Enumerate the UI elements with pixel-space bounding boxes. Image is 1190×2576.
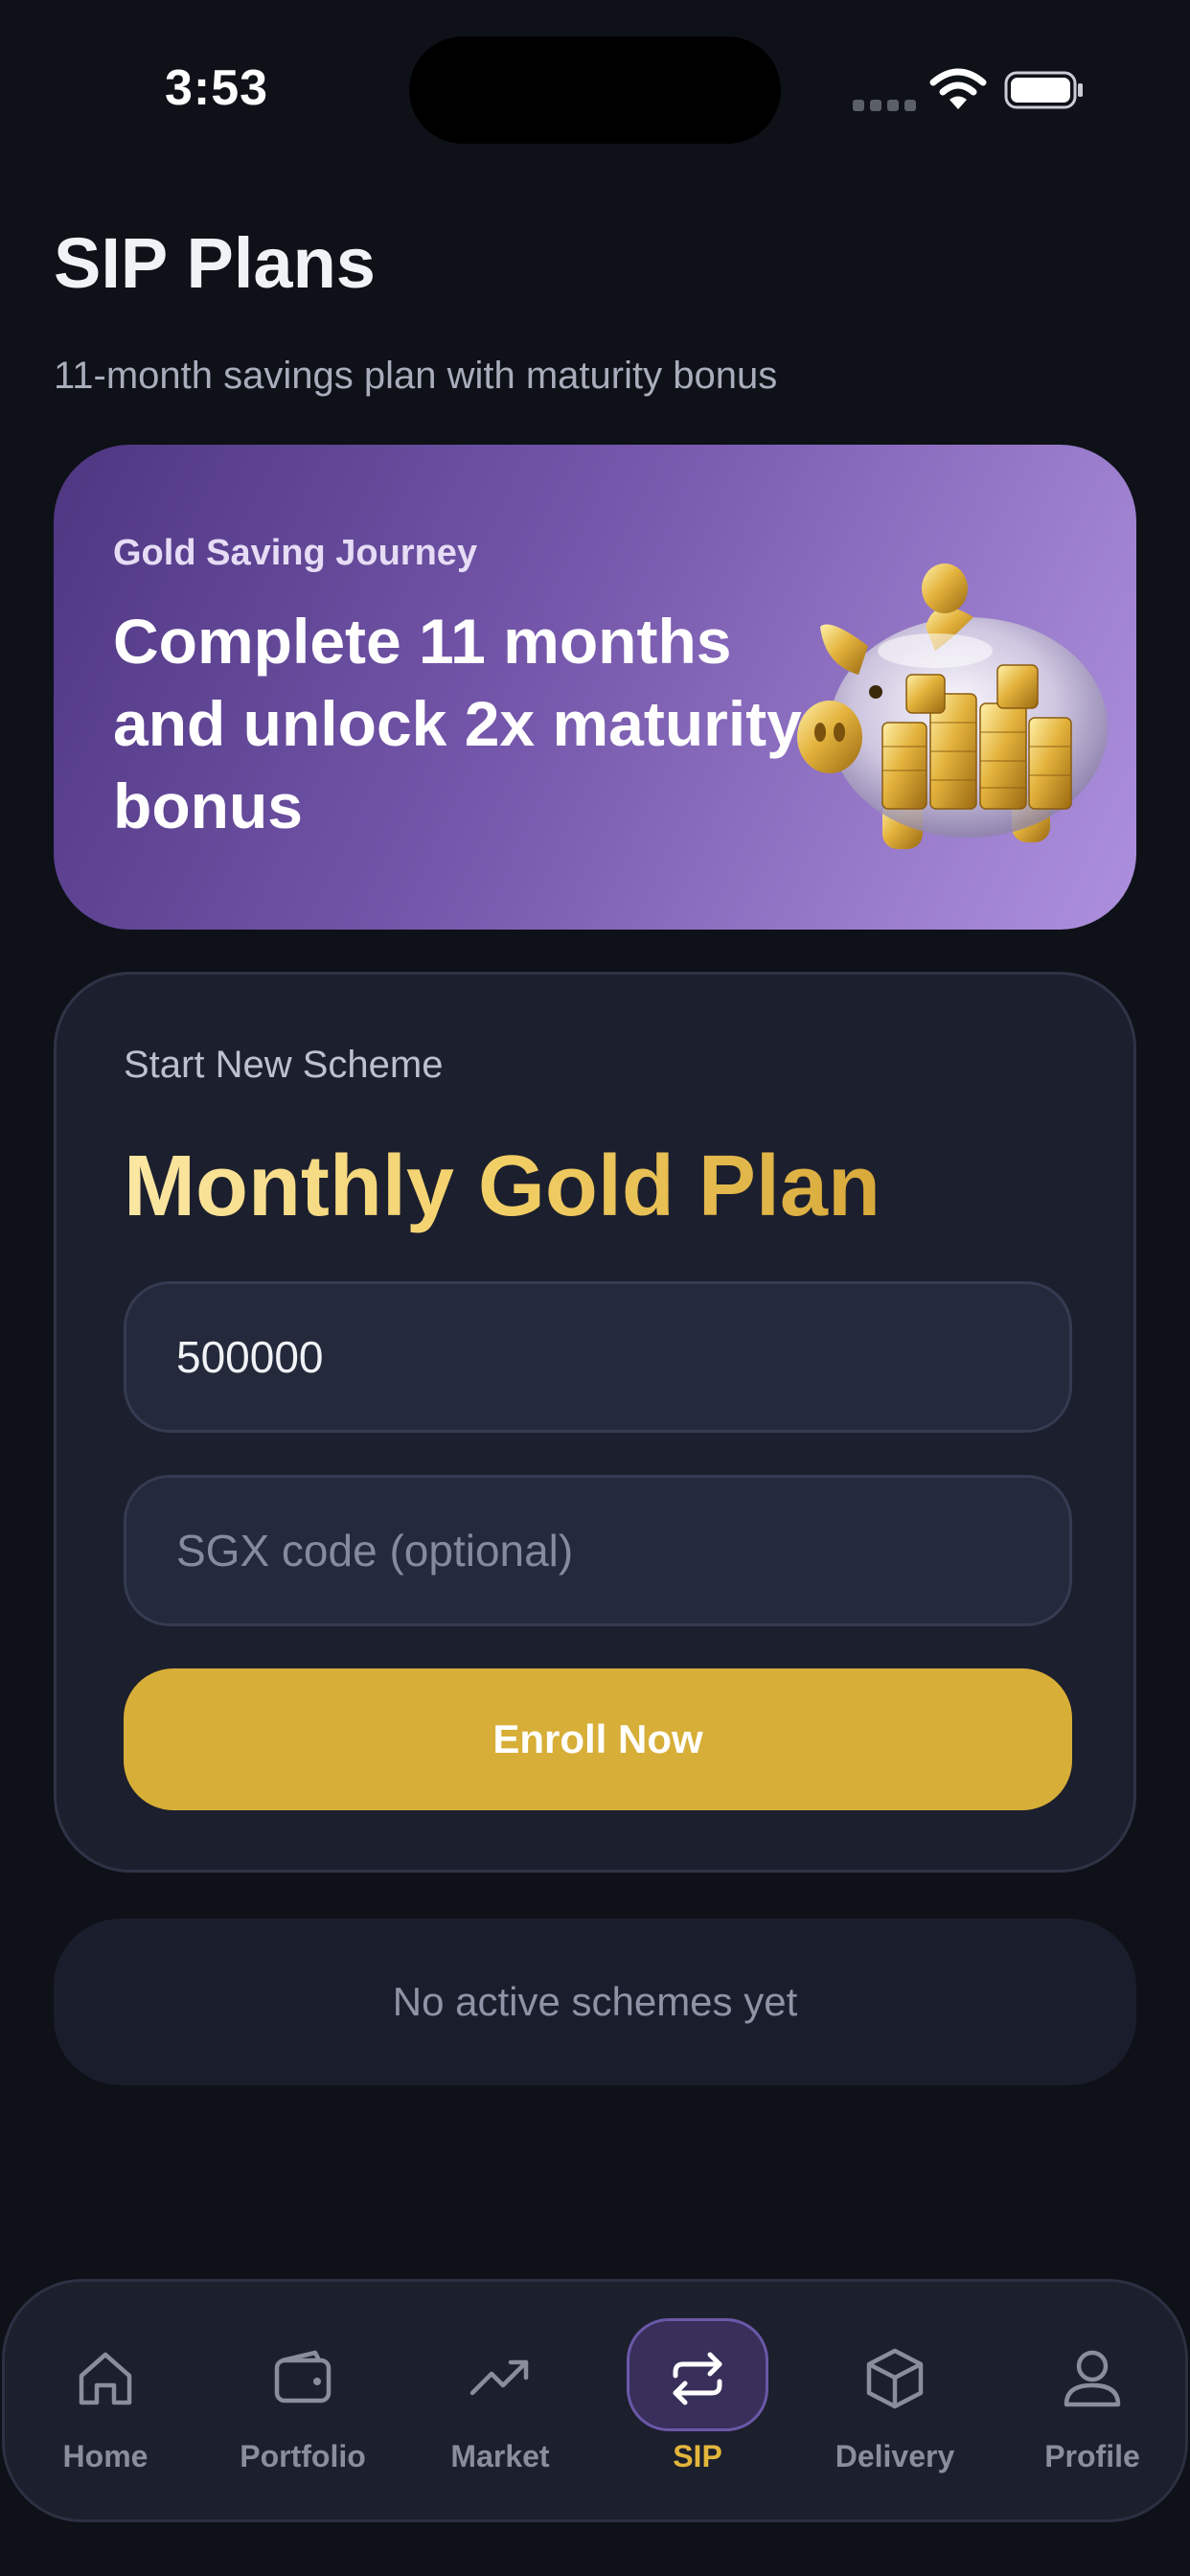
nav-label-portfolio: Portfolio	[240, 2439, 366, 2473]
status-time: 3:53	[165, 60, 269, 116]
nav-home[interactable]: Home	[14, 2282, 196, 2525]
nav-label-delivery: Delivery	[835, 2439, 955, 2473]
nav-profile[interactable]: Profile	[1001, 2282, 1183, 2525]
repeat-icon	[673, 2352, 722, 2405]
sgx-code-input[interactable]	[124, 1475, 1072, 1626]
wifi-icon	[929, 68, 987, 109]
active-schemes-empty-card: No active schemes yet	[54, 1919, 1136, 2085]
banner-headline: Complete 11 months and unlock 2x maturit…	[113, 606, 802, 841]
amount-input[interactable]	[124, 1281, 1072, 1433]
page-subtitle: 11-month savings plan with maturity bonu…	[54, 355, 778, 397]
signal-dots-icon	[853, 100, 916, 111]
empty-state-text: No active schemes yet	[392, 1979, 798, 2024]
battery-icon	[1004, 71, 1083, 109]
wallet-icon	[274, 2350, 332, 2404]
box-icon	[866, 2348, 924, 2409]
trending-up-icon	[469, 2359, 529, 2396]
nav-portfolio[interactable]: Portfolio	[212, 2282, 394, 2525]
nav-market[interactable]: Market	[409, 2282, 591, 2525]
page-title: SIP Plans	[54, 223, 376, 303]
nav-label-home: Home	[62, 2439, 149, 2473]
enroll-now-button[interactable]: Enroll Now	[124, 1668, 1072, 1810]
nav-label-market: Market	[450, 2439, 550, 2473]
nav-label-sip: SIP	[673, 2439, 722, 2473]
gold-saving-banner: Gold Saving Journey Complete 11 months a…	[54, 445, 1136, 930]
plan-title: Monthly Gold Plan	[124, 1138, 881, 1234]
sip-plans-screen: 3:53 SIP Plans 11-month savings plan wit…	[0, 0, 1190, 2576]
banner-eyebrow: Gold Saving Journey	[113, 533, 478, 573]
bottom-nav: Home Portfolio Market SIP Delivery Profi…	[2, 2279, 1188, 2522]
nav-sip[interactable]: SIP	[606, 2282, 789, 2525]
dynamic-island	[409, 36, 781, 144]
nav-delivery[interactable]: Delivery	[804, 2282, 986, 2525]
user-icon	[1064, 2350, 1121, 2407]
scheme-eyebrow: Start New Scheme	[124, 1044, 444, 1086]
nav-label-profile: Profile	[1044, 2439, 1140, 2473]
home-icon	[79, 2352, 132, 2405]
status-bar: 3:53	[0, 0, 1190, 182]
start-scheme-card: Start New Scheme Monthly Gold Plan Enrol…	[54, 972, 1136, 1873]
gold-piggy-bank-illustration	[797, 564, 1108, 849]
